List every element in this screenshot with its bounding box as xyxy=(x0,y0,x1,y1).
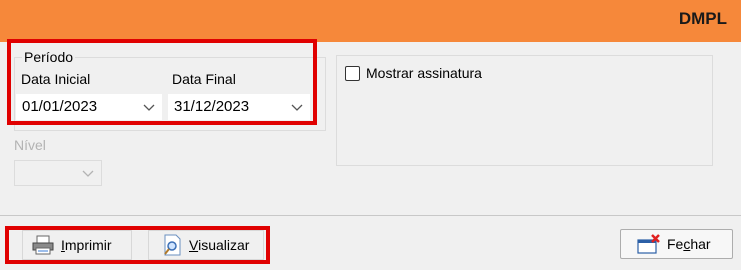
imprimir-button[interactable]: Imprimir xyxy=(22,230,132,260)
page-title: DMPL xyxy=(678,9,727,28)
nivel-label: Nível xyxy=(14,137,46,153)
data-final-select[interactable]: 31/12/2023 xyxy=(168,94,310,120)
mostrar-assinatura-checkbox[interactable] xyxy=(345,65,360,81)
data-inicial-value: 01/01/2023 xyxy=(22,98,98,115)
data-inicial-select[interactable]: 01/01/2023 xyxy=(16,94,162,120)
chevron-down-icon xyxy=(143,104,155,111)
data-inicial-label: Data Inicial xyxy=(21,71,91,87)
close-window-icon xyxy=(637,234,660,254)
nivel-select[interactable] xyxy=(14,160,102,186)
magnifier-document-icon xyxy=(164,234,181,256)
visualizar-label: Visualizar xyxy=(189,237,250,253)
fechar-button[interactable]: Fechar xyxy=(620,229,733,259)
printer-icon xyxy=(32,235,54,255)
title-bar: DMPL xyxy=(0,0,741,42)
data-final-value: 31/12/2023 xyxy=(174,98,250,115)
mostrar-assinatura-option[interactable]: Mostrar assinatura xyxy=(345,65,482,81)
mostrar-assinatura-label[interactable]: Mostrar assinatura xyxy=(366,65,482,81)
visualizar-button[interactable]: Visualizar xyxy=(148,230,264,260)
imprimir-label: Imprimir xyxy=(61,237,112,253)
periodo-legend: Período xyxy=(22,49,76,65)
fechar-label: Fechar xyxy=(667,236,711,252)
chevron-down-icon xyxy=(291,104,303,111)
chevron-down-icon xyxy=(82,170,94,177)
data-final-label: Data Final xyxy=(172,71,236,87)
footer-separator xyxy=(0,215,741,216)
